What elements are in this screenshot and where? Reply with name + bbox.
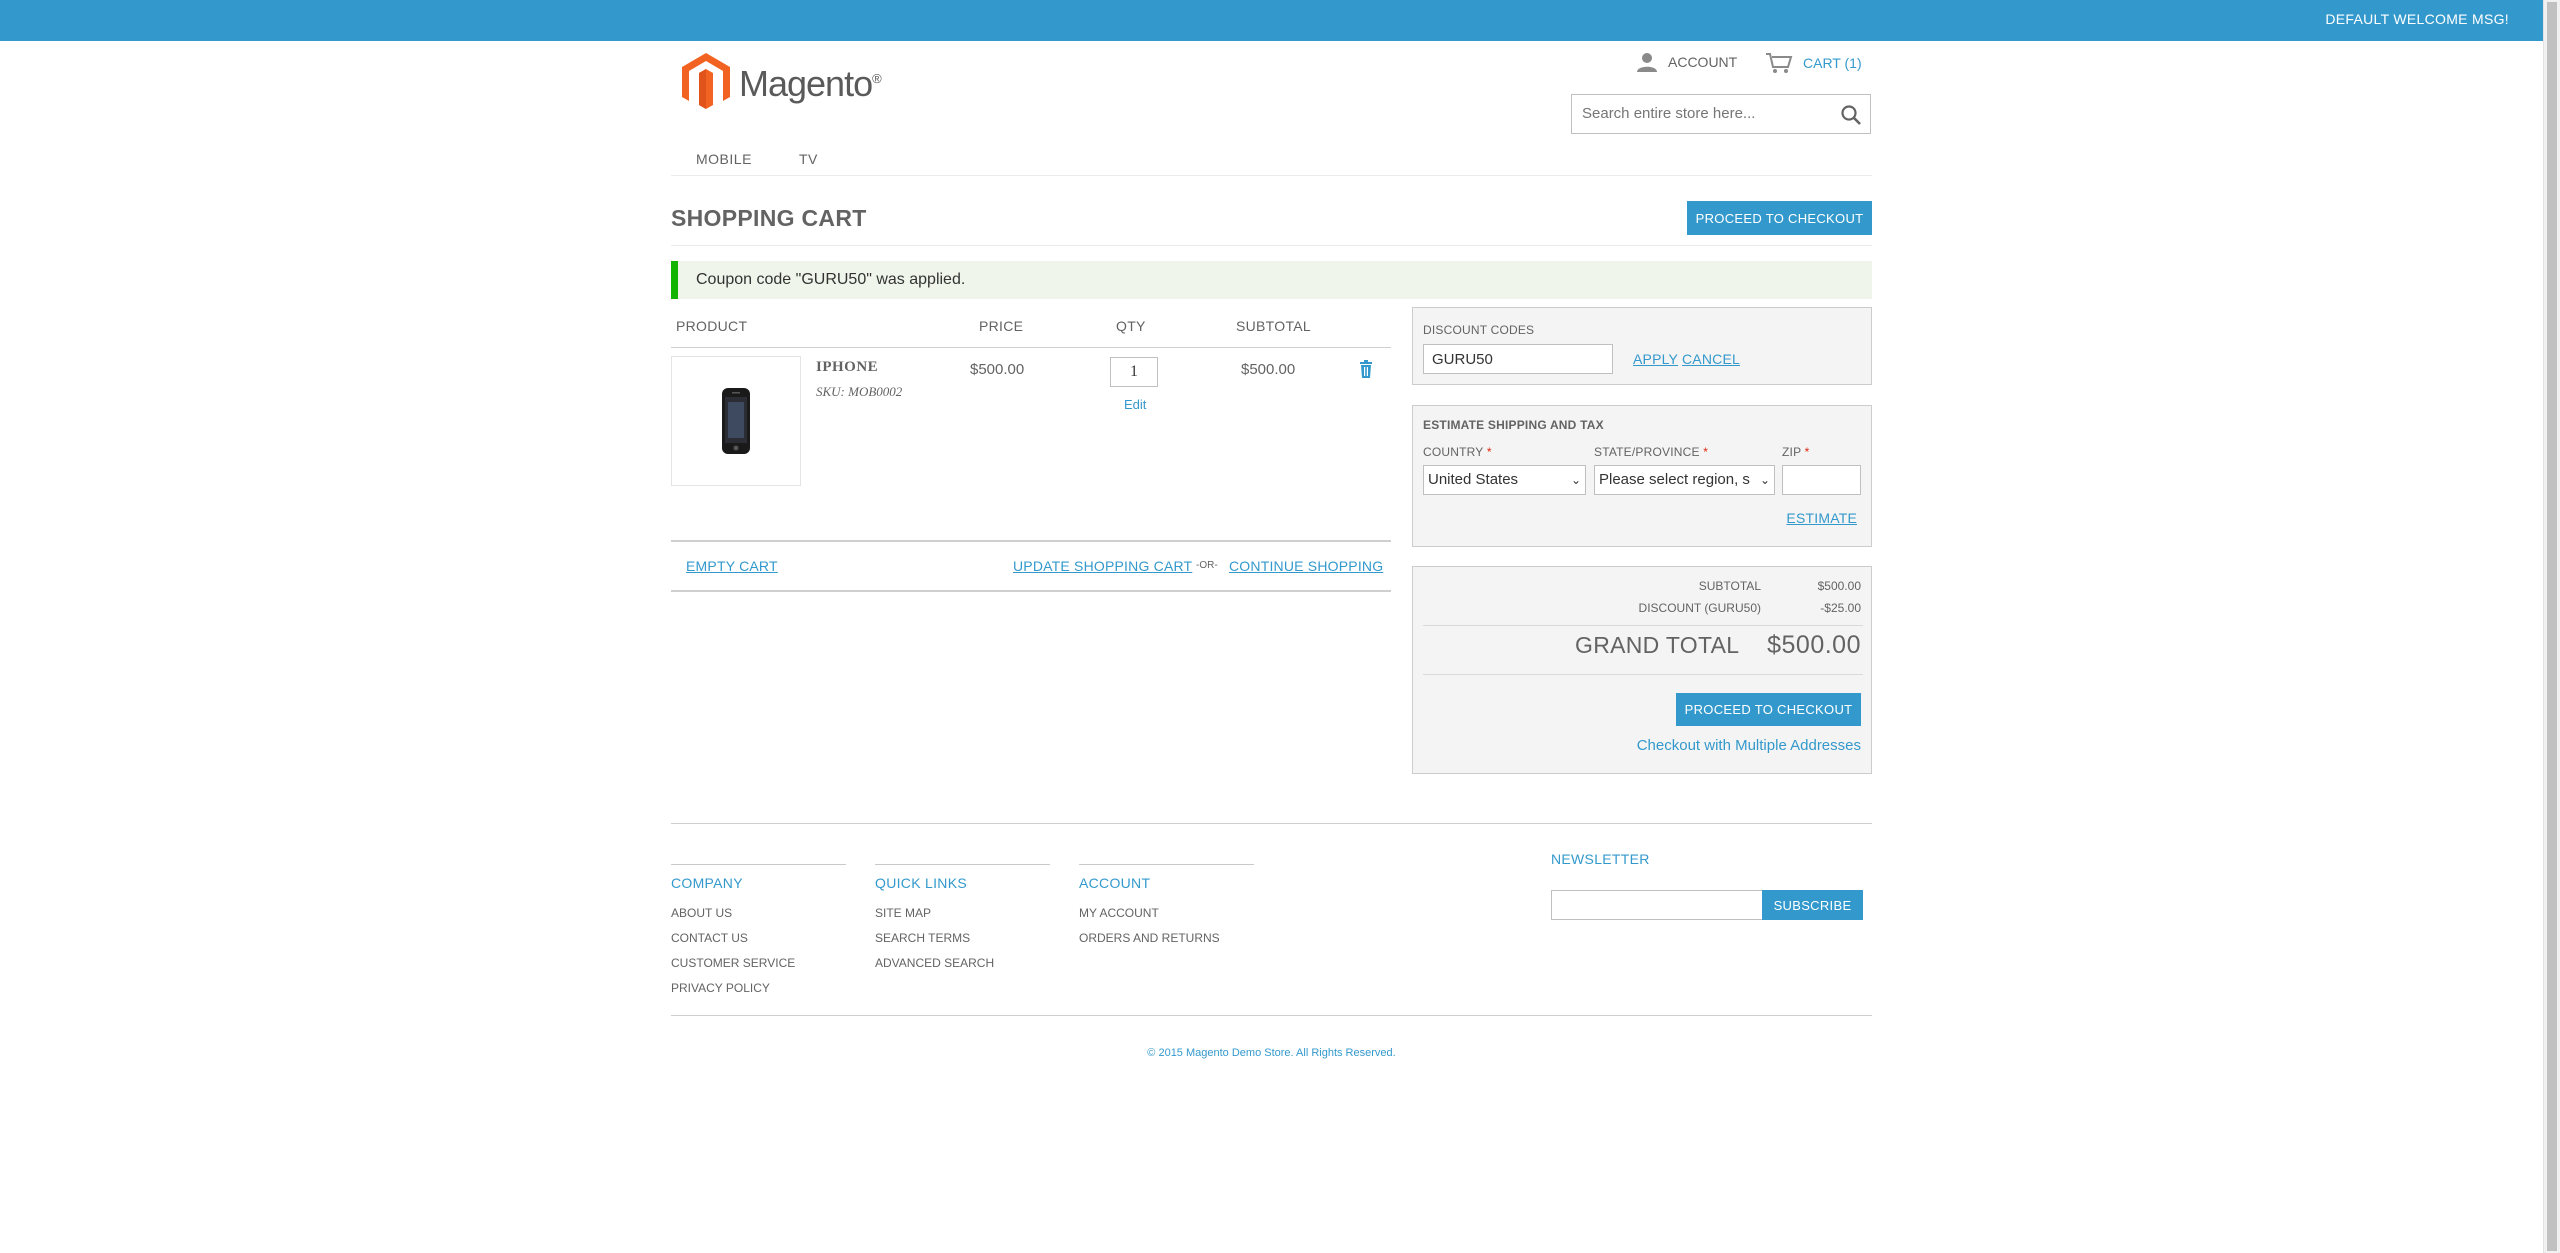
magento-logo-icon: [682, 53, 730, 109]
checkout-multiple-addresses-link[interactable]: Checkout with Multiple Addresses: [1637, 737, 1861, 754]
footer-link-customer-service[interactable]: CUSTOMER SERVICE: [671, 956, 795, 970]
empty-cart-link[interactable]: EMPTY CART: [686, 558, 778, 574]
footer-column-bar: [1079, 864, 1254, 865]
chevron-down-icon: ⌄: [1570, 473, 1581, 487]
subscribe-button[interactable]: SUBSCRIBE: [1762, 890, 1863, 920]
table-header-divider: [671, 347, 1391, 348]
success-message: Coupon code "GURU50" was applied.: [671, 261, 1872, 299]
footer-divider-bottom: [671, 1015, 1872, 1016]
state-label: STATE/PROVINCE *: [1594, 445, 1709, 459]
row-divider: [671, 540, 1391, 542]
footer-link-orders-and-returns[interactable]: ORDERS AND RETURNS: [1079, 931, 1220, 945]
column-header-qty: QTY: [1116, 318, 1146, 334]
newsletter-email-input[interactable]: [1551, 890, 1763, 920]
quantity-input[interactable]: [1110, 357, 1158, 387]
cart-icon: [1766, 53, 1793, 73]
subtotal-value: $500.00: [1817, 579, 1861, 593]
chevron-down-icon: ⌄: [1759, 466, 1770, 494]
phone-image-icon: [722, 388, 750, 454]
proceed-to-checkout-button-top[interactable]: PROCEED TO CHECKOUT: [1687, 201, 1872, 235]
trash-icon[interactable]: [1359, 360, 1373, 378]
country-label: COUNTRY *: [1423, 445, 1492, 459]
copyright-text: © 2015 Magento Demo Store. All Rights Re…: [1147, 1047, 1396, 1059]
subtotal-label: SUBTOTAL: [1698, 579, 1761, 593]
zip-label: ZIP *: [1782, 445, 1810, 459]
grand-total-value: $500.00: [1767, 631, 1861, 659]
search-input[interactable]: [1580, 104, 1834, 123]
apply-coupon-link[interactable]: APPLY: [1633, 351, 1678, 367]
logo-text: Magento®: [739, 63, 882, 104]
discount-code-input[interactable]: [1423, 344, 1613, 374]
welcome-message: DEFAULT WELCOME MSG!: [2325, 11, 2509, 27]
cart-totals-box: SUBTOTAL $500.00 DISCOUNT (GURU50) -$25.…: [1412, 566, 1872, 774]
account-link[interactable]: ACCOUNT: [1636, 52, 1737, 72]
magento-logo[interactable]: Magento®: [680, 49, 882, 113]
footer-link-search-terms[interactable]: SEARCH TERMS: [875, 931, 970, 945]
product-price: $500.00: [970, 361, 1025, 378]
footer-column-bar: [671, 864, 846, 865]
column-header-product: PRODUCT: [676, 318, 748, 334]
update-shopping-cart-link[interactable]: UPDATE SHOPPING CART: [1013, 558, 1192, 574]
main-nav: MOBILE TV: [671, 141, 1872, 176]
footer-link-site-map[interactable]: SITE MAP: [875, 906, 931, 920]
footer-link-about-us[interactable]: ABOUT US: [671, 906, 732, 920]
country-select[interactable]: United States ⌄: [1423, 465, 1586, 495]
vertical-scrollbar[interactable]: [2543, 0, 2560, 1253]
discount-codes-label: DISCOUNT CODES: [1423, 323, 1535, 337]
estimate-shipping-box: ESTIMATE SHIPPING AND TAX COUNTRY * STAT…: [1412, 405, 1872, 547]
actions-divider: [671, 590, 1391, 592]
product-image[interactable]: [671, 356, 801, 486]
product-name[interactable]: IPHONE: [816, 359, 878, 376]
product-subtotal: $500.00: [1241, 361, 1296, 378]
footer-link-my-account[interactable]: MY ACCOUNT: [1079, 906, 1159, 920]
user-icon: [1637, 53, 1657, 72]
edit-item-link[interactable]: Edit: [1124, 397, 1146, 412]
continue-shopping-link[interactable]: CONTINUE SHOPPING: [1229, 558, 1383, 574]
footer-link-advanced-search[interactable]: ADVANCED SEARCH: [875, 956, 994, 970]
title-row: SHOPPING CART PROCEED TO CHECKOUT: [671, 201, 1872, 246]
top-bar: DEFAULT WELCOME MSG!: [0, 0, 2543, 41]
or-separator: -OR-: [1196, 560, 1218, 571]
totals-divider-bottom: [1423, 674, 1863, 675]
cart-link[interactable]: CART (1): [1765, 52, 1862, 74]
newsletter-heading: NEWSLETTER: [1551, 851, 1650, 867]
footer-heading-account: ACCOUNT: [1079, 875, 1151, 891]
column-header-price: PRICE: [979, 318, 1024, 334]
page-title: SHOPPING CART: [671, 205, 867, 231]
estimate-shipping-title: ESTIMATE SHIPPING AND TAX: [1423, 418, 1604, 432]
discount-label: DISCOUNT (GURU50): [1638, 601, 1761, 615]
country-select-value: United States: [1428, 471, 1519, 488]
footer-link-privacy-policy[interactable]: PRIVACY POLICY: [671, 981, 770, 995]
footer-heading-quick-links: QUICK LINKS: [875, 875, 967, 891]
success-message-text: Coupon code "GURU50" was applied.: [696, 271, 966, 288]
footer-column-bar: [875, 864, 1050, 865]
account-label: ACCOUNT: [1668, 54, 1738, 70]
search-icon[interactable]: [1840, 104, 1862, 126]
nav-item-mobile[interactable]: MOBILE: [696, 151, 752, 167]
cart-label: CART (1): [1803, 55, 1862, 71]
footer-heading-company: COMPANY: [671, 875, 743, 891]
totals-divider: [1423, 625, 1863, 626]
state-select-value: Please select region, s: [1599, 471, 1750, 488]
footer-divider-top: [671, 823, 1872, 824]
column-header-subtotal: SUBTOTAL: [1236, 318, 1312, 334]
cancel-coupon-link[interactable]: CANCEL: [1682, 351, 1740, 367]
scrollbar-thumb[interactable]: [2547, 2, 2557, 1251]
estimate-link[interactable]: ESTIMATE: [1786, 510, 1857, 526]
proceed-to-checkout-button[interactable]: PROCEED TO CHECKOUT: [1676, 693, 1861, 726]
grand-total-label: GRAND TOTAL: [1575, 632, 1740, 658]
zip-input[interactable]: [1782, 465, 1861, 495]
product-sku: SKU: MOB0002: [816, 384, 903, 399]
discount-value: -$25.00: [1820, 601, 1861, 615]
footer-link-contact-us[interactable]: CONTACT US: [671, 931, 748, 945]
nav-item-tv[interactable]: TV: [799, 151, 818, 167]
search-box: [1571, 94, 1871, 134]
state-select[interactable]: Please select region, s ⌄: [1594, 465, 1775, 495]
discount-codes-box: DISCOUNT CODES APPLY CANCEL: [1412, 307, 1872, 385]
